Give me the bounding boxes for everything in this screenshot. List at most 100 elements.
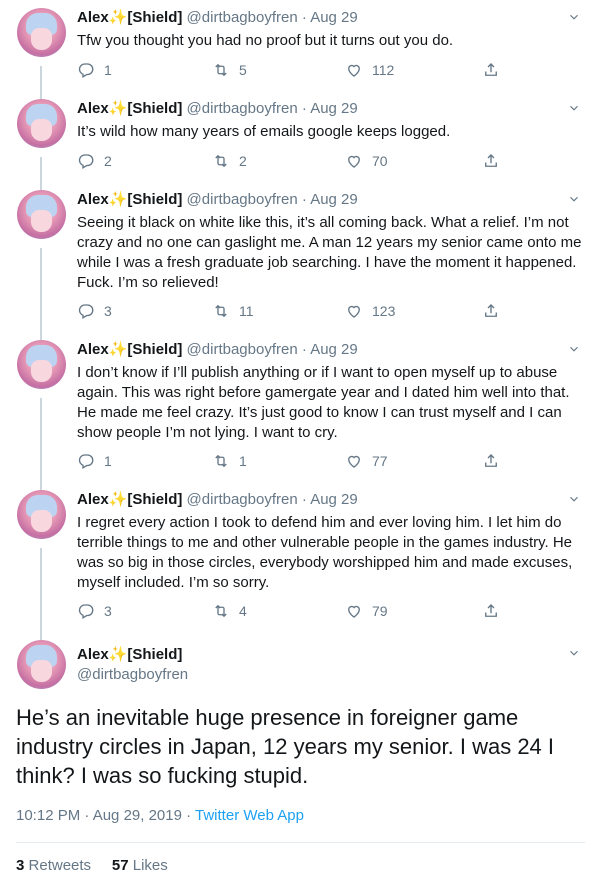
- tweet-header: Alex✨[Shield] @dirtbagboyfren · Aug 29: [77, 190, 358, 210]
- retweet-icon: [212, 152, 230, 170]
- retweet-count: 2: [239, 153, 247, 169]
- tweet-text: Seeing it black on white like this, it’s…: [77, 214, 582, 291]
- retweet-button[interactable]: 1: [212, 451, 247, 471]
- chevron-down-icon[interactable]: [567, 342, 581, 356]
- tweet-date[interactable]: Aug 29: [310, 191, 358, 208]
- reply-button[interactable]: 3: [77, 601, 112, 621]
- retweet-button[interactable]: 4: [212, 601, 247, 621]
- reply-count: 1: [104, 453, 112, 469]
- tweet-header: Alex✨[Shield] @dirtbagboyfren · Aug 29: [77, 340, 358, 360]
- like-count: 79: [372, 603, 388, 619]
- tweet-actions: 2 2 70: [77, 151, 527, 171]
- thread-tweet[interactable]: Alex✨[Shield] @dirtbagboyfren · Aug 29 I…: [0, 332, 601, 482]
- chevron-down-icon[interactable]: [567, 492, 581, 506]
- avatar[interactable]: [17, 490, 66, 539]
- author-tag[interactable]: [Shield]: [127, 491, 182, 508]
- main-author[interactable]: Alex✨[Shield]: [77, 645, 182, 665]
- author-name[interactable]: Alex: [77, 191, 109, 208]
- likes-stat[interactable]: 57 Likes: [112, 857, 168, 874]
- retweet-icon: [212, 302, 230, 320]
- tweet-text: I don’t know if I’ll publish anything or…: [77, 364, 570, 441]
- reply-button[interactable]: 1: [77, 451, 112, 471]
- author-handle[interactable]: @dirtbagboyfren: [77, 665, 188, 685]
- retweet-count: 1: [239, 453, 247, 469]
- author-name[interactable]: Alex: [77, 646, 109, 663]
- retweets-count: 3: [16, 857, 25, 874]
- reply-button[interactable]: 3: [77, 301, 112, 321]
- avatar[interactable]: [17, 190, 66, 239]
- share-icon: [482, 61, 500, 79]
- reply-button[interactable]: 2: [77, 151, 112, 171]
- sparkle-icon: ✨: [108, 646, 128, 663]
- tweet-date[interactable]: Aug 29: [310, 100, 358, 117]
- retweet-button[interactable]: 11: [212, 301, 254, 321]
- tweet-date[interactable]: Aug 29: [310, 491, 358, 508]
- separator: ·: [301, 100, 307, 117]
- chevron-down-icon[interactable]: [567, 646, 581, 660]
- source-app-link[interactable]: Twitter Web App: [195, 807, 304, 824]
- avatar[interactable]: [17, 340, 66, 389]
- author-handle[interactable]: @dirtbagboyfren: [187, 191, 298, 208]
- share-button[interactable]: [482, 451, 509, 471]
- tweet-date[interactable]: Aug 29: [310, 9, 358, 26]
- share-button[interactable]: [482, 151, 509, 171]
- share-button[interactable]: [482, 601, 509, 621]
- tweet-text: I regret every action I took to defend h…: [77, 514, 573, 591]
- author-name[interactable]: Alex: [77, 491, 109, 508]
- sparkle-icon: ✨: [108, 191, 128, 208]
- tweet-stats: 3 Retweets 57 Likes: [16, 856, 168, 876]
- tweet-header: Alex✨[Shield] @dirtbagboyfren · Aug 29: [77, 8, 358, 28]
- avatar[interactable]: [17, 8, 66, 57]
- author-handle[interactable]: @dirtbagboyfren: [187, 341, 298, 358]
- author-name[interactable]: Alex: [77, 9, 109, 26]
- author-tag[interactable]: [Shield]: [127, 100, 182, 117]
- like-button[interactable]: 123: [345, 301, 395, 321]
- thread-tweet[interactable]: Alex✨[Shield] @dirtbagboyfren · Aug 29 T…: [0, 0, 601, 91]
- share-button[interactable]: [482, 60, 509, 80]
- tweet-timestamp[interactable]: 10:12 PM · Aug 29, 2019 ·: [16, 807, 195, 824]
- chevron-down-icon[interactable]: [567, 101, 581, 115]
- sparkle-icon: ✨: [108, 100, 128, 117]
- retweet-count: 5: [239, 62, 247, 78]
- author-handle[interactable]: @dirtbagboyfren: [187, 100, 298, 117]
- retweet-button[interactable]: 2: [212, 151, 247, 171]
- separator: ·: [301, 9, 307, 26]
- like-button[interactable]: 112: [345, 60, 394, 80]
- author-handle[interactable]: @dirtbagboyfren: [187, 491, 298, 508]
- reply-count: 3: [104, 603, 112, 619]
- thread-tweet[interactable]: Alex✨[Shield] @dirtbagboyfren · Aug 29 I…: [0, 482, 601, 632]
- like-button[interactable]: 79: [345, 601, 388, 621]
- author-handle[interactable]: @dirtbagboyfren: [187, 9, 298, 26]
- retweet-icon: [212, 602, 230, 620]
- reply-button[interactable]: 1: [77, 60, 112, 80]
- tweet-header: Alex✨[Shield] @dirtbagboyfren · Aug 29: [77, 490, 358, 510]
- author-name[interactable]: Alex: [77, 341, 109, 358]
- retweets-stat[interactable]: 3 Retweets: [16, 857, 91, 874]
- avatar[interactable]: [17, 99, 66, 148]
- like-icon: [345, 61, 363, 79]
- author-tag[interactable]: [Shield]: [127, 9, 182, 26]
- author-tag[interactable]: [Shield]: [127, 646, 182, 663]
- tweet-actions: 1 5 112: [77, 60, 527, 80]
- sparkle-icon: ✨: [108, 491, 128, 508]
- like-count: 112: [372, 62, 395, 78]
- like-icon: [345, 302, 363, 320]
- reply-count: 3: [104, 303, 112, 319]
- chevron-down-icon[interactable]: [567, 192, 581, 206]
- share-button[interactable]: [482, 301, 509, 321]
- thread-tweet[interactable]: Alex✨[Shield] @dirtbagboyfren · Aug 29 S…: [0, 182, 601, 332]
- reply-count: 2: [104, 153, 112, 169]
- like-count: 123: [372, 303, 396, 319]
- thread-tweet[interactable]: Alex✨[Shield] @dirtbagboyfren · Aug 29 I…: [0, 91, 601, 182]
- tweet-date[interactable]: Aug 29: [310, 341, 358, 358]
- author-tag[interactable]: [Shield]: [127, 191, 182, 208]
- avatar[interactable]: [17, 640, 66, 689]
- like-button[interactable]: 70: [345, 151, 388, 171]
- reply-count: 1: [104, 62, 112, 78]
- author-name[interactable]: Alex: [77, 100, 109, 117]
- like-button[interactable]: 77: [345, 451, 388, 471]
- retweet-button[interactable]: 5: [212, 60, 247, 80]
- author-tag[interactable]: [Shield]: [127, 341, 182, 358]
- likes-label: Likes: [132, 857, 168, 874]
- chevron-down-icon[interactable]: [567, 10, 581, 24]
